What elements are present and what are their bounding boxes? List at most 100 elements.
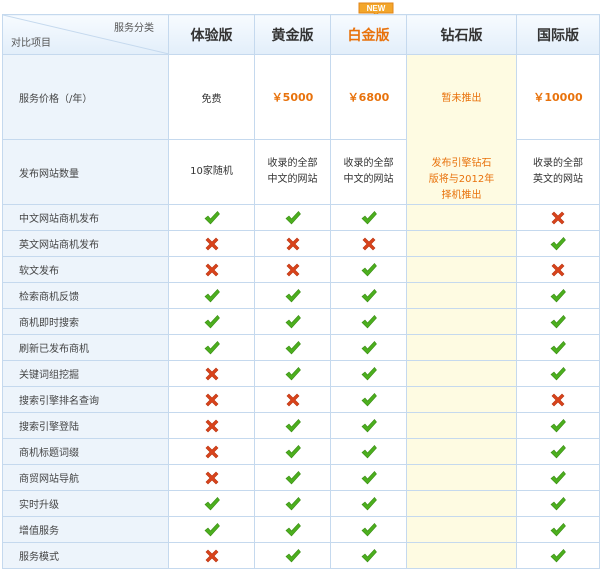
col-header-diamond: 钻石版 (406, 14, 517, 55)
feature-cell-gold (254, 516, 331, 543)
feature-cell-international (516, 230, 600, 257)
feature-cell-trial (168, 516, 255, 543)
feature-label: 刷新已发布商机 (2, 334, 169, 361)
feature-cell-trial (168, 308, 255, 335)
feature-label: 搜索引擎登陆 (2, 412, 169, 439)
green-check-icon (550, 522, 566, 536)
sites-gold: 收录的全部 中文的网站 (254, 139, 331, 205)
orange-cross-icon (362, 237, 375, 250)
green-check-icon (361, 418, 377, 432)
green-check-icon (361, 262, 377, 276)
feature-cell-international (516, 490, 600, 517)
green-check-icon (285, 548, 301, 562)
green-check-icon (361, 314, 377, 328)
green-check-icon (550, 366, 566, 380)
green-check-icon (361, 210, 377, 224)
feature-cell-diamond (406, 490, 517, 517)
feature-cell-diamond (406, 542, 517, 569)
feature-cell-international (516, 464, 600, 491)
feature-cell-diamond (406, 282, 517, 309)
feature-cell-trial (168, 334, 255, 361)
feature-cell-trial (168, 282, 255, 309)
feature-row: 软文发布 (2, 256, 600, 283)
col-header-international: 国际版 (516, 14, 600, 55)
feature-row: 搜索引擎排名查询 (2, 386, 600, 413)
feature-cell-international (516, 412, 600, 439)
orange-cross-icon (286, 393, 299, 406)
feature-cell-trial (168, 438, 255, 465)
diamond-note: 发布引擎钻石 版将与2012年 择机推出 (428, 158, 495, 201)
compare-item-label: 对比项目 (11, 38, 51, 49)
feature-cell-platinum (330, 542, 407, 569)
feature-label: 实时升级 (2, 490, 169, 517)
orange-cross-icon (551, 211, 565, 224)
feature-row: 实时升级 (2, 490, 600, 517)
feature-label: 软文发布 (2, 256, 169, 283)
green-check-icon (204, 314, 220, 328)
green-check-icon (550, 548, 566, 562)
green-check-icon (285, 418, 301, 432)
feature-cell-trial (168, 204, 255, 231)
feature-cell-platinum (330, 360, 407, 387)
feature-cell-diamond (406, 204, 517, 231)
green-check-icon (361, 548, 377, 562)
feature-label: 中文网站商机发布 (2, 204, 169, 231)
feature-cell-gold (254, 412, 331, 439)
feature-cell-gold (254, 490, 331, 517)
feature-row: 刷新已发布商机 (2, 334, 600, 361)
green-check-icon (361, 444, 377, 458)
feature-cell-trial (168, 230, 255, 257)
sites-trial: 10家随机 (168, 139, 255, 205)
price-gold: ￥5000 (254, 54, 331, 140)
green-check-icon (285, 288, 301, 302)
feature-row: 商机标题词缀 (2, 438, 600, 465)
diamond-column-cell: 暂未推出 发布引擎钻石 版将与2012年 择机推出 (406, 54, 517, 205)
feature-row: 检索商机反馈 (2, 282, 600, 309)
feature-cell-diamond (406, 230, 517, 257)
orange-cross-icon (205, 445, 218, 458)
feature-cell-international (516, 204, 600, 231)
feature-cell-gold (254, 230, 331, 257)
green-check-icon (550, 418, 566, 432)
price-trial: 免费 (168, 54, 255, 140)
feature-cell-gold (254, 334, 331, 361)
orange-cross-icon (286, 263, 299, 276)
feature-cell-gold (254, 282, 331, 309)
price-label: 服务价格（/年） (2, 54, 169, 140)
feature-cell-diamond (406, 516, 517, 543)
comparison-page: NEW 服务分类 对比项目 体验版 黄金版 白金版 钻石版 国际版 服务价格（/… (0, 0, 600, 569)
green-check-icon (285, 444, 301, 458)
feature-cell-platinum (330, 282, 407, 309)
green-check-icon (204, 340, 220, 354)
feature-cell-international (516, 542, 600, 569)
feature-row: 搜索引擎登陆 (2, 412, 600, 439)
feature-label: 商贸网站导航 (2, 464, 169, 491)
green-check-icon (361, 392, 377, 406)
sites-platinum: 收录的全部 中文的网站 (330, 139, 407, 205)
feature-cell-diamond (406, 334, 517, 361)
feature-cell-diamond (406, 386, 517, 413)
green-check-icon (550, 470, 566, 484)
green-check-icon (550, 236, 566, 250)
green-check-icon (204, 522, 220, 536)
feature-cell-gold (254, 360, 331, 387)
orange-cross-icon (205, 237, 218, 250)
feature-cell-platinum (330, 412, 407, 439)
feature-cell-diamond (406, 360, 517, 387)
feature-cell-platinum (330, 438, 407, 465)
feature-cell-platinum (330, 516, 407, 543)
feature-row: 中文网站商机发布 (2, 204, 600, 231)
col-header-platinum: 白金版 (330, 14, 407, 55)
feature-cell-international (516, 282, 600, 309)
feature-cell-diamond (406, 256, 517, 283)
feature-cell-international (516, 386, 600, 413)
green-check-icon (361, 288, 377, 302)
green-check-icon (285, 340, 301, 354)
feature-cell-trial (168, 542, 255, 569)
feature-label: 搜索引擎排名查询 (2, 386, 169, 413)
feature-row: 关键词组挖掘 (2, 360, 600, 387)
green-check-icon (361, 470, 377, 484)
orange-cross-icon (205, 263, 218, 276)
feature-cell-diamond (406, 308, 517, 335)
feature-cell-platinum (330, 386, 407, 413)
